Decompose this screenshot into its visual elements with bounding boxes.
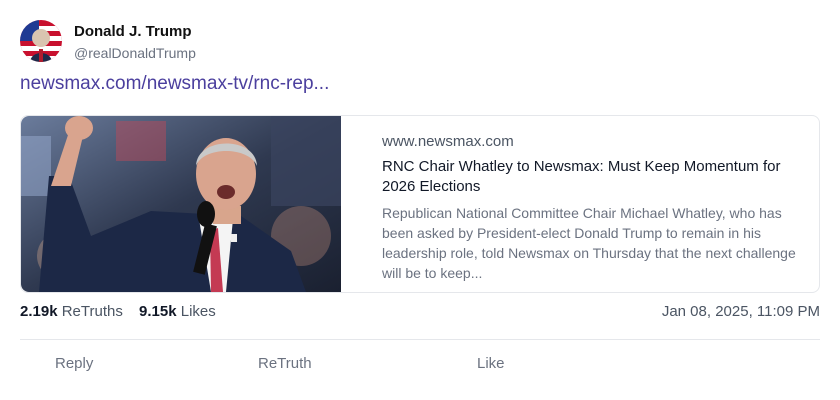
retruths-count: 2.19k <box>20 303 58 320</box>
likes-stat[interactable]: 9.15k Likes <box>139 303 216 320</box>
link-preview-card[interactable]: www.newsmax.com RNC Chair Whatley to New… <box>20 115 820 293</box>
author-handle[interactable]: @realDonaldTrump <box>74 45 196 61</box>
link-preview-image <box>21 116 341 292</box>
divider <box>20 339 820 340</box>
reply-button[interactable]: Reply <box>55 355 93 372</box>
link-preview-description: Republican National Committee Chair Mich… <box>382 205 796 281</box>
retruths-stat[interactable]: 2.19k ReTruths <box>20 303 123 320</box>
author-name[interactable]: Donald J. Trump <box>74 23 192 40</box>
likes-label: Likes <box>180 303 216 320</box>
post-stats: 2.19k ReTruths 9.15k Likes <box>20 303 216 320</box>
link-preview-text: www.newsmax.com RNC Chair Whatley to New… <box>382 133 812 283</box>
author-avatar[interactable] <box>20 20 62 62</box>
avatar-image <box>20 20 62 62</box>
likes-count: 9.15k <box>139 303 177 320</box>
speaker-photo <box>21 116 341 292</box>
retruths-label: ReTruths <box>61 303 123 320</box>
post-timestamp[interactable]: Jan 08, 2025, 11:09 PM <box>662 303 820 320</box>
link-preview-domain: www.newsmax.com <box>382 133 514 150</box>
link-preview-title[interactable]: RNC Chair Whatley to Newsmax: Must Keep … <box>382 157 812 197</box>
post-link[interactable]: newsmax.com/newsmax-tv/rnc-rep... <box>20 73 329 95</box>
like-button[interactable]: Like <box>477 355 505 372</box>
post: Donald J. Trump @realDonaldTrump newsmax… <box>0 0 840 400</box>
retruth-button[interactable]: ReTruth <box>258 355 312 372</box>
